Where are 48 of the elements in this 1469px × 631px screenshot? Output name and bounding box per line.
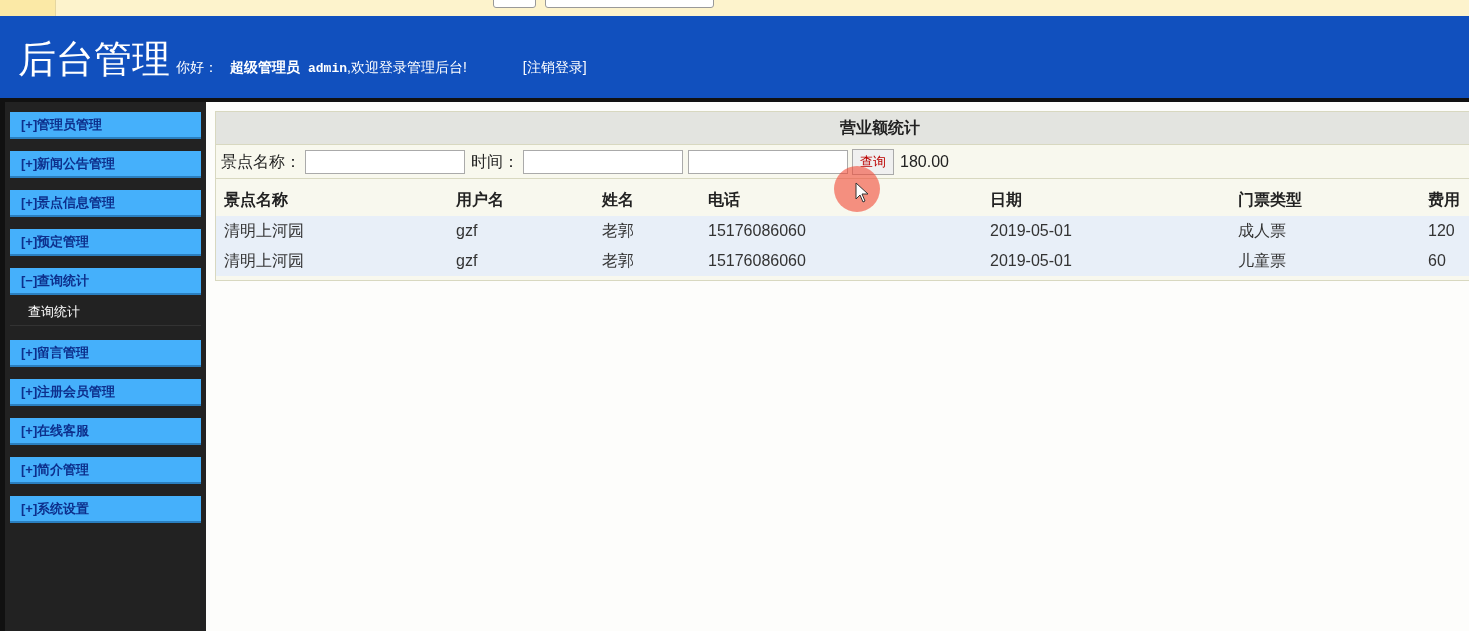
table-cell: 老郭: [594, 216, 700, 246]
start-date-field[interactable]: [523, 149, 683, 174]
table-cell: 60: [1420, 246, 1469, 276]
column-header: 电话: [708, 190, 740, 208]
total-amount: 180.00: [900, 151, 949, 172]
menu-group[interactable]: [+]留言管理: [10, 340, 201, 367]
table-cell: 120: [1420, 216, 1469, 246]
greeting-text: 你好：: [176, 58, 218, 77]
table-cell: 老郭: [594, 246, 700, 276]
username: admin: [308, 59, 347, 78]
table-cell: 清明上河园: [216, 246, 448, 276]
table-cell: 2019-05-01: [982, 246, 1230, 276]
table-cell: 成人票: [1230, 216, 1420, 246]
field-label: 时间：: [471, 151, 519, 172]
panel-title: 营业额统计: [840, 118, 920, 138]
menu-group[interactable]: [+]管理员管理: [10, 112, 201, 139]
table-cell: 清明上河园: [216, 216, 448, 246]
field-label: 景点名称：: [221, 151, 301, 172]
menu-group[interactable]: [+]预定管理: [10, 229, 201, 256]
table-cell: gzf: [448, 216, 594, 246]
column-header: 用户名: [456, 190, 504, 208]
site-title: 后台管理: [18, 40, 170, 78]
click-highlight: [834, 166, 880, 212]
table-cell: 2019-05-01: [982, 216, 1230, 246]
menu-subitem[interactable]: 查询统计: [10, 299, 201, 325]
table-cell: 15176086060: [700, 246, 982, 276]
menu-group[interactable]: [+]新闻公告管理: [10, 151, 201, 178]
column-header: 景点名称: [224, 190, 288, 208]
table-cell: 15176086060: [700, 216, 982, 246]
logout-link[interactable]: [注销登录]: [522, 57, 587, 78]
column-header: 门票类型: [1238, 190, 1302, 208]
table-cell: gzf: [448, 246, 594, 276]
cursor-icon: [855, 182, 869, 203]
end-date-field[interactable]: [688, 149, 848, 174]
menu-group[interactable]: [+]在线客服: [10, 418, 201, 445]
column-header: 姓名: [602, 190, 634, 208]
query-button[interactable]: 查询: [852, 148, 894, 175]
column-header: 费用: [1428, 190, 1460, 208]
menu-group[interactable]: [+]系统设置: [10, 496, 201, 523]
table-cell: 儿童票: [1230, 246, 1420, 276]
name-input-field[interactable]: [305, 149, 465, 174]
column-header: 日期: [990, 190, 1022, 208]
menu-group[interactable]: [−]查询统计: [10, 268, 201, 295]
welcome-text: ,欢迎登录管理后台!: [347, 58, 467, 77]
menu-group[interactable]: [+]景点信息管理: [10, 190, 201, 217]
user-role: 超级管理员: [230, 58, 300, 77]
menu-group[interactable]: [+]简介管理: [10, 457, 201, 484]
menu-group[interactable]: [+]注册会员管理: [10, 379, 201, 406]
